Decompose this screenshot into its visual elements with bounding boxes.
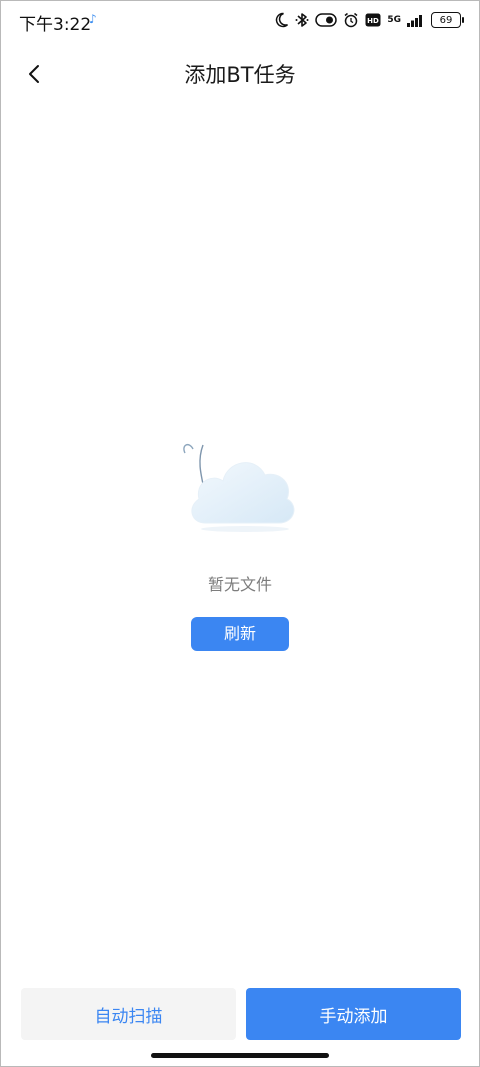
status-bar: 下午3:22 ♪ HD 5G 69 [1, 1, 479, 39]
bluetooth-icon [295, 12, 309, 28]
manual-add-button[interactable]: 手动添加 [246, 988, 461, 1040]
toggle-icon [315, 13, 338, 27]
svg-text:HD: HD [368, 17, 380, 25]
page-title: 添加BT任务 [184, 63, 296, 87]
network-type-label: 5G [387, 14, 401, 25]
signal-icon [407, 13, 425, 27]
refresh-button[interactable]: 刷新 [191, 617, 289, 651]
auto-scan-button[interactable]: 自动扫描 [21, 988, 236, 1040]
bottom-action-bar: 自动扫描 手动添加 [21, 988, 461, 1040]
home-indicator[interactable] [151, 1053, 329, 1058]
header: 添加BT任务 [1, 47, 479, 99]
status-time: 下午3:22 [19, 15, 92, 35]
empty-state: 暂无文件 刷新 [1, 431, 479, 651]
battery-icon: 69 [431, 12, 464, 28]
hd-icon: HD [365, 13, 381, 27]
status-icons: HD 5G 69 [273, 10, 464, 30]
empty-message: 暂无文件 [207, 575, 272, 594]
alarm-icon [343, 12, 359, 28]
moon-icon [273, 12, 289, 28]
music-note-icon: ♪ [89, 12, 97, 26]
app-screen: 下午3:22 ♪ HD 5G 69 添加BT任务 暂无文件 刷新 自动扫描 手动… [0, 0, 480, 1067]
cloud-icon [183, 443, 295, 532]
